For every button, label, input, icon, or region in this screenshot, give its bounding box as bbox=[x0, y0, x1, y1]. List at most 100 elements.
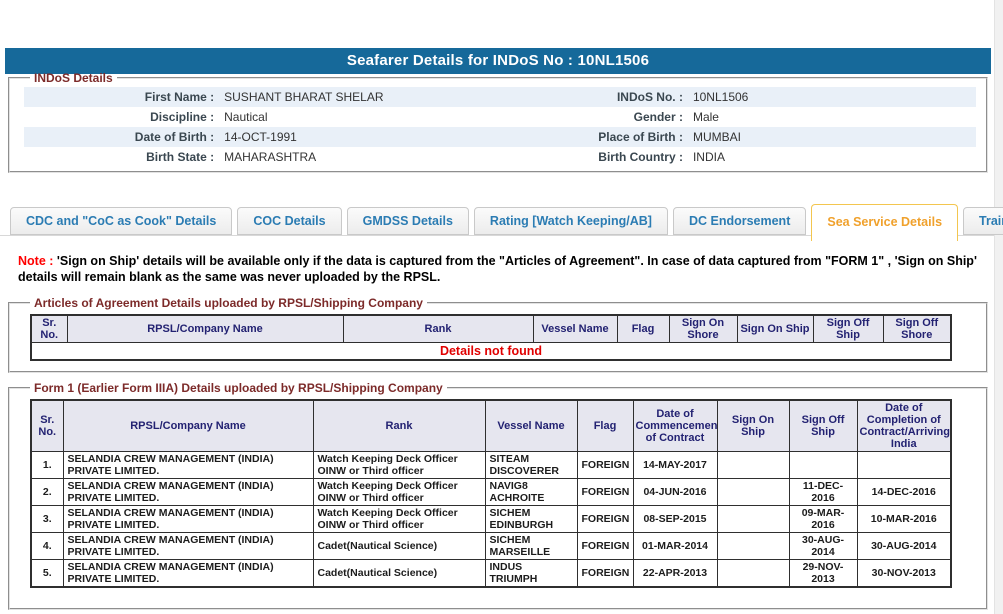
tab-cdc-coc-as-cook-details[interactable]: CDC and "CoC as Cook" Details bbox=[10, 207, 232, 235]
column-header: Rank bbox=[313, 400, 485, 452]
column-header: Vessel Name bbox=[533, 315, 617, 343]
table-header-row: Sr. No. RPSL/Company Name Rank Vessel Na… bbox=[31, 315, 951, 343]
field-label: INDoS No. : bbox=[507, 87, 689, 107]
column-header: Date of Completion of Contract/Arriving … bbox=[857, 400, 951, 452]
cell-sign-off-ship: 30-AUG-2014 bbox=[789, 533, 857, 560]
cell-sign-on-ship bbox=[717, 452, 789, 479]
table-row: 3. SELANDIA CREW MANAGEMENT (INDIA) PRIV… bbox=[31, 506, 951, 533]
cell-vessel: NAVIG8 ACHROITE bbox=[485, 479, 577, 506]
cell-sr-no: 1. bbox=[31, 452, 63, 479]
cell-vessel: SICHEM MARSEILLE bbox=[485, 533, 577, 560]
field-label: Date of Birth : bbox=[24, 127, 220, 147]
tab-training-details[interactable]: Training Details bbox=[963, 207, 1003, 235]
tab-dc-endorsement[interactable]: DC Endorsement bbox=[673, 207, 806, 235]
table-row: Date of Birth : 14-OCT-1991 Place of Bir… bbox=[24, 127, 976, 147]
indos-details-legend: INDoS Details bbox=[30, 71, 117, 85]
cell-completion-date bbox=[857, 452, 951, 479]
field-value: INDIA bbox=[689, 147, 976, 167]
field-value: MUMBAI bbox=[689, 127, 976, 147]
tab-rating-watch-keeping-ab[interactable]: Rating [Watch Keeping/AB] bbox=[474, 207, 668, 235]
field-value: 10NL1506 bbox=[689, 87, 976, 107]
cell-sr-no: 2. bbox=[31, 479, 63, 506]
articles-legend: Articles of Agreement Details uploaded b… bbox=[30, 296, 427, 310]
tab-gmdss-details[interactable]: GMDSS Details bbox=[347, 207, 469, 235]
form1-table: Sr. No. RPSL/Company Name Rank Vessel Na… bbox=[30, 399, 952, 588]
tab-sea-service-details[interactable]: Sea Service Details bbox=[811, 204, 958, 241]
column-header: Sr. No. bbox=[31, 400, 63, 452]
column-header: Sign Off Ship bbox=[813, 315, 883, 343]
table-row: Birth State : MAHARASHTRA Birth Country … bbox=[24, 147, 976, 167]
cell-flag: FOREIGN bbox=[577, 560, 633, 588]
field-label: Birth Country : bbox=[507, 147, 689, 167]
field-value: Male bbox=[689, 107, 976, 127]
cell-commencement-date: 14-MAY-2017 bbox=[633, 452, 717, 479]
column-header: Sign Off Shore bbox=[883, 315, 951, 343]
field-label: Place of Birth : bbox=[507, 127, 689, 147]
cell-completion-date: 30-AUG-2014 bbox=[857, 533, 951, 560]
cell-sign-on-ship bbox=[717, 506, 789, 533]
cell-sr-no: 5. bbox=[31, 560, 63, 588]
cell-vessel: INDUS TRIUMPH bbox=[485, 560, 577, 588]
cell-commencement-date: 22-APR-2013 bbox=[633, 560, 717, 588]
note-prefix: Note : bbox=[18, 254, 53, 268]
column-header: Vessel Name bbox=[485, 400, 577, 452]
cell-vessel: SITEAM DISCOVERER bbox=[485, 452, 577, 479]
cell-company: SELANDIA CREW MANAGEMENT (INDIA) PRIVATE… bbox=[63, 452, 313, 479]
cell-sign-on-ship bbox=[717, 560, 789, 588]
tab-coc-details[interactable]: COC Details bbox=[237, 207, 341, 235]
table-row: First Name : SUSHANT BHARAT SHELAR INDoS… bbox=[24, 87, 976, 107]
details-not-found-message: Details not found bbox=[31, 343, 951, 360]
cell-company: SELANDIA CREW MANAGEMENT (INDIA) PRIVATE… bbox=[63, 533, 313, 560]
field-label: Discipline : bbox=[24, 107, 220, 127]
field-label: Birth State : bbox=[24, 147, 220, 167]
table-row: Discipline : Nautical Gender : Male bbox=[24, 107, 976, 127]
table-header-row: Sr. No. RPSL/Company Name Rank Vessel Na… bbox=[31, 400, 951, 452]
cell-completion-date: 10-MAR-2016 bbox=[857, 506, 951, 533]
cell-vessel: SICHEM EDINBURGH bbox=[485, 506, 577, 533]
field-value: SUSHANT BHARAT SHELAR bbox=[220, 87, 507, 107]
column-header: Flag bbox=[577, 400, 633, 452]
cell-completion-date: 30-NOV-2013 bbox=[857, 560, 951, 588]
indos-details-table: First Name : SUSHANT BHARAT SHELAR INDoS… bbox=[24, 87, 976, 167]
note-text: Note : 'Sign on Ship' details will be av… bbox=[18, 253, 990, 285]
field-value: 14-OCT-1991 bbox=[220, 127, 507, 147]
cell-flag: FOREIGN bbox=[577, 479, 633, 506]
cell-commencement-date: 08-SEP-2015 bbox=[633, 506, 717, 533]
vertical-scrollbar[interactable] bbox=[994, 0, 1003, 614]
cell-sign-on-ship bbox=[717, 533, 789, 560]
cell-sign-on-ship bbox=[717, 479, 789, 506]
cell-sign-off-ship: 09-MAR-2016 bbox=[789, 506, 857, 533]
table-row: 1. SELANDIA CREW MANAGEMENT (INDIA) PRIV… bbox=[31, 452, 951, 479]
cell-rank: Watch Keeping Deck Officer OINW or Third… bbox=[313, 452, 485, 479]
cell-rank: Cadet(Nautical Science) bbox=[313, 533, 485, 560]
column-header: Sign On Ship bbox=[717, 400, 789, 452]
column-header: Rank bbox=[343, 315, 533, 343]
field-value: Nautical bbox=[220, 107, 507, 127]
cell-company: SELANDIA CREW MANAGEMENT (INDIA) PRIVATE… bbox=[63, 506, 313, 533]
column-header: Sr. No. bbox=[31, 315, 67, 343]
indos-details-section: INDoS Details First Name : SUSHANT BHARA… bbox=[8, 71, 988, 173]
table-row: 2. SELANDIA CREW MANAGEMENT (INDIA) PRIV… bbox=[31, 479, 951, 506]
cell-flag: FOREIGN bbox=[577, 452, 633, 479]
column-header: RPSL/Company Name bbox=[67, 315, 343, 343]
column-header: Sign On Shore bbox=[669, 315, 737, 343]
cell-company: SELANDIA CREW MANAGEMENT (INDIA) PRIVATE… bbox=[63, 560, 313, 588]
articles-table: Sr. No. RPSL/Company Name Rank Vessel Na… bbox=[30, 314, 952, 361]
cell-sign-off-ship: 11-DEC-2016 bbox=[789, 479, 857, 506]
column-header: Sign On Ship bbox=[737, 315, 813, 343]
cell-rank: Watch Keeping Deck Officer OINW or Third… bbox=[313, 479, 485, 506]
cell-flag: FOREIGN bbox=[577, 533, 633, 560]
tab-bar: CDC and "CoC as Cook" Details COC Detail… bbox=[10, 204, 1003, 241]
cell-rank: Watch Keeping Deck Officer OINW or Third… bbox=[313, 506, 485, 533]
note-body: 'Sign on Ship' details will be available… bbox=[18, 254, 977, 284]
cell-sr-no: 4. bbox=[31, 533, 63, 560]
field-value: MAHARASHTRA bbox=[220, 147, 507, 167]
column-header: RPSL/Company Name bbox=[63, 400, 313, 452]
field-label: First Name : bbox=[24, 87, 220, 107]
cell-sign-off-ship: 29-NOV-2013 bbox=[789, 560, 857, 588]
cell-sr-no: 3. bbox=[31, 506, 63, 533]
form1-legend: Form 1 (Earlier Form IIIA) Details uploa… bbox=[30, 381, 447, 395]
field-label: Gender : bbox=[507, 107, 689, 127]
cell-commencement-date: 01-MAR-2014 bbox=[633, 533, 717, 560]
column-header: Flag bbox=[617, 315, 669, 343]
